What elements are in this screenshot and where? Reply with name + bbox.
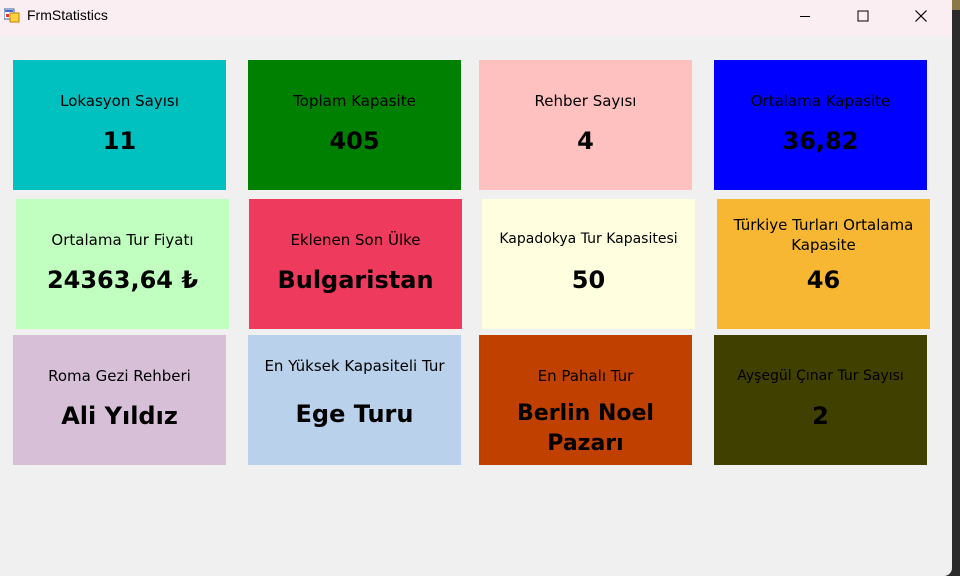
stat-value: 46 <box>806 266 841 294</box>
stat-label: Türkiye Turları Ortalama Kapasite <box>733 216 914 254</box>
stat-value: 24363,64 ₺ <box>46 266 199 294</box>
main-window: FrmStatistics Lokasyon Sayısı 11 Toplam … <box>0 0 952 576</box>
stat-card-lokasyon-sayisi: Lokasyon Sayısı 11 <box>13 60 226 190</box>
stat-card-aysegul-cinar-tur-sayisi: Ayşegül Çınar Tur Sayısı 2 <box>714 335 927 465</box>
stat-label: En Yüksek Kapasiteli Tur <box>264 357 445 375</box>
title-bar[interactable]: FrmStatistics <box>0 0 952 36</box>
stat-value: 4 <box>577 127 594 155</box>
stat-label: Ortalama Tur Fiyatı <box>51 231 194 249</box>
stat-value: 36,82 <box>782 127 859 155</box>
window-edge <box>952 0 960 10</box>
minimize-button[interactable] <box>782 0 828 32</box>
stat-value: Berlin Noel Pazarı <box>517 401 654 456</box>
stat-label: Roma Gezi Rehberi <box>48 367 191 385</box>
stat-card-eklenen-son-ulke: Eklenen Son Ülke Bulgaristan <box>249 199 462 329</box>
stat-value: 11 <box>102 127 137 155</box>
stat-value: Ege Turu <box>295 400 414 428</box>
stat-card-ortalama-tur-fiyati: Ortalama Tur Fiyatı 24363,64 ₺ <box>16 199 229 329</box>
minimize-icon <box>800 16 810 17</box>
maximize-icon <box>857 10 869 22</box>
stat-label: Kapadokya Tur Kapasitesi <box>499 231 678 247</box>
stat-label: Eklenen Son Ülke <box>290 231 421 249</box>
stat-label: Lokasyon Sayısı <box>60 92 179 110</box>
stat-label: Ortalama Kapasite <box>750 92 891 110</box>
close-button[interactable] <box>898 0 944 32</box>
window-title: FrmStatistics <box>27 7 108 23</box>
stat-value: Ali Yıldız <box>61 402 178 430</box>
stat-card-turkiye-turlari-ortalama-kapasite: Türkiye Turları Ortalama Kapasite 46 <box>717 199 930 329</box>
stat-card-kapadokya-tur-kapasitesi: Kapadokya Tur Kapasitesi 50 <box>482 199 695 329</box>
app-icon <box>4 8 20 23</box>
stat-label: Rehber Sayısı <box>534 92 637 110</box>
stat-label: En Pahalı Tur <box>537 367 634 385</box>
stat-value: 2 <box>812 402 829 430</box>
stat-label: Ayşegül Çınar Tur Sayısı <box>737 368 904 384</box>
stat-card-en-pahali-tur: En Pahalı Tur Berlin Noel Pazarı <box>479 335 692 465</box>
stat-card-rehber-sayisi: Rehber Sayısı 4 <box>479 60 692 190</box>
stat-card-roma-gezi-rehberi: Roma Gezi Rehberi Ali Yıldız <box>13 335 226 465</box>
stat-card-ortalama-kapasite: Ortalama Kapasite 36,82 <box>714 60 927 190</box>
stat-card-toplam-kapasite: Toplam Kapasite 405 <box>248 60 461 190</box>
maximize-button[interactable] <box>840 0 886 32</box>
stat-card-en-yuksek-kapasiteli-tur: En Yüksek Kapasiteli Tur Ege Turu <box>248 335 461 465</box>
stat-value: 50 <box>571 266 606 294</box>
stat-label: Toplam Kapasite <box>293 92 416 110</box>
stat-value: 405 <box>329 127 380 155</box>
close-icon <box>915 10 927 22</box>
stat-value: Bulgaristan <box>277 266 434 294</box>
